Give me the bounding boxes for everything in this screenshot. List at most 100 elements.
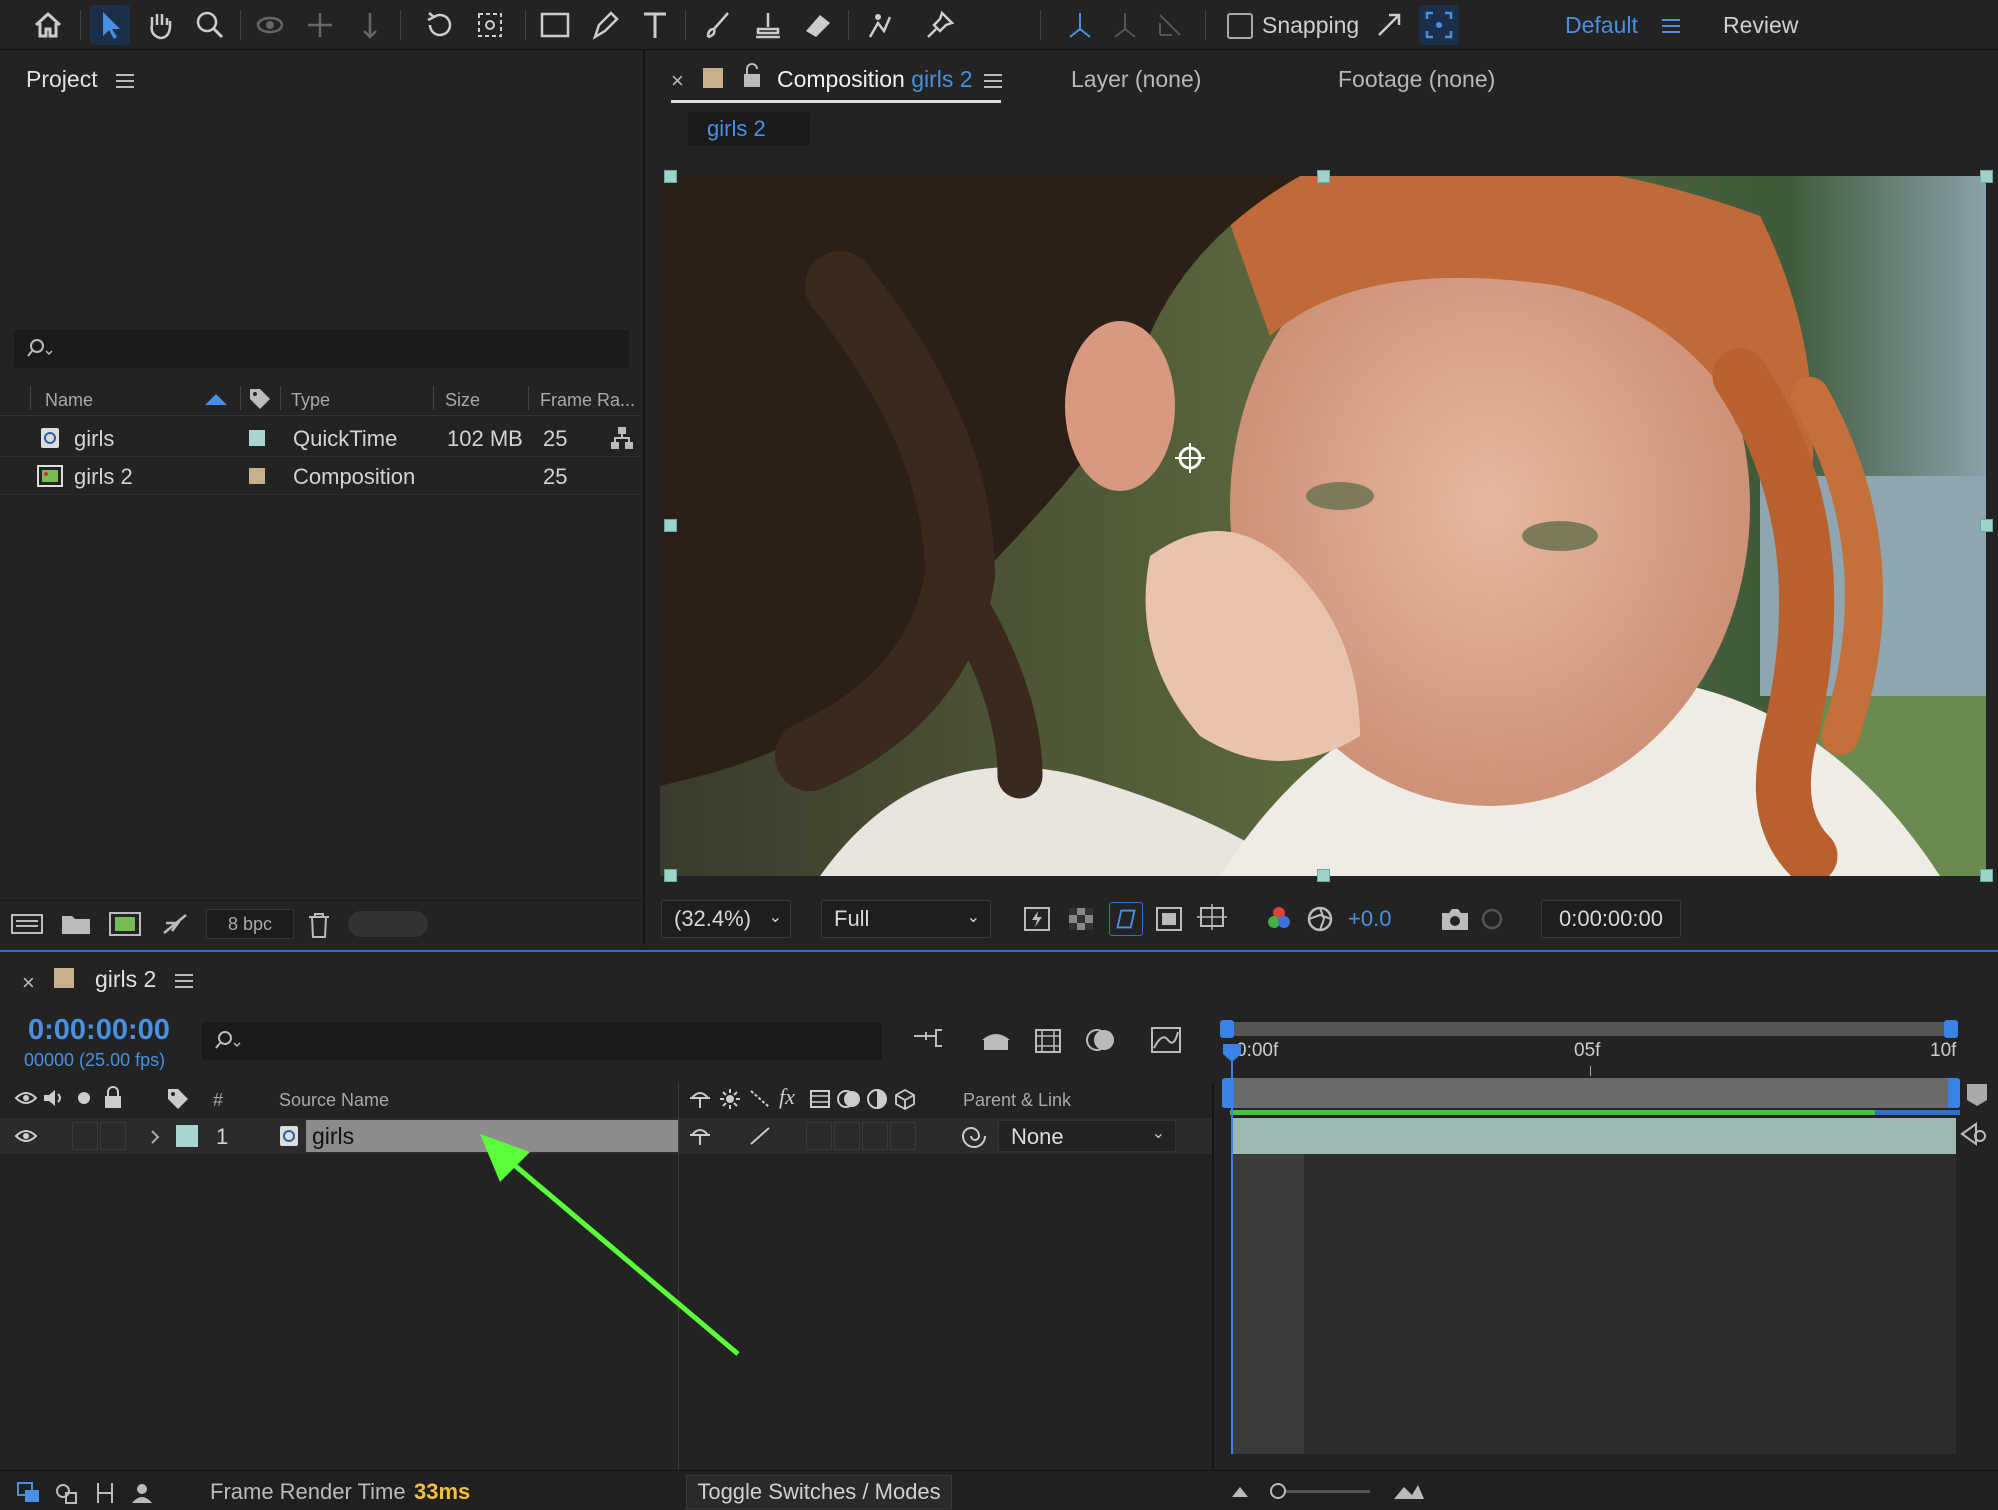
column-frame-rate[interactable]: Frame Ra... bbox=[540, 390, 635, 411]
snap-feature-icon[interactable] bbox=[1419, 5, 1459, 45]
column-source-name[interactable]: Source Name bbox=[279, 1090, 389, 1111]
label-tag-icon[interactable] bbox=[247, 386, 273, 412]
transparency-grid-icon[interactable] bbox=[1067, 906, 1095, 932]
project-item-row[interactable]: girls QuickTime 102 MB 25 bbox=[0, 419, 640, 457]
workspace-menu-icon[interactable] bbox=[1662, 19, 1680, 33]
switch-cell[interactable] bbox=[806, 1122, 832, 1150]
draft-3d-icon[interactable] bbox=[978, 1024, 1014, 1056]
comp-marker-bin-icon[interactable] bbox=[1965, 1082, 1989, 1108]
shy-icon[interactable] bbox=[688, 1088, 712, 1110]
puppet-pin-icon[interactable] bbox=[920, 5, 960, 45]
close-timeline-icon[interactable]: × bbox=[22, 970, 35, 996]
current-time-display[interactable]: 0:00:00:00 bbox=[1541, 900, 1681, 938]
pick-whip-icon[interactable] bbox=[962, 1124, 988, 1148]
zoom-slider-thumb[interactable] bbox=[1270, 1483, 1286, 1499]
layer-end-arrow-icon[interactable] bbox=[1960, 1118, 1990, 1150]
show-snapshot-icon[interactable] bbox=[1477, 904, 1507, 934]
project-search-input[interactable] bbox=[14, 330, 629, 368]
lock-icon[interactable] bbox=[102, 1086, 124, 1110]
effects-fx-icon[interactable]: fx bbox=[779, 1084, 795, 1110]
switch-cell[interactable] bbox=[862, 1122, 888, 1150]
workspace-review[interactable]: Review bbox=[1723, 12, 1798, 39]
work-area-bar[interactable] bbox=[1220, 1018, 1958, 1038]
pan-camera-icon[interactable] bbox=[300, 5, 340, 45]
solo-switch[interactable] bbox=[72, 1122, 98, 1150]
pen-tool-icon[interactable] bbox=[585, 5, 625, 45]
transform-handle[interactable] bbox=[1980, 170, 1993, 183]
zoom-tool-icon[interactable] bbox=[190, 5, 230, 45]
project-panel-title[interactable]: Project bbox=[26, 66, 98, 93]
composition-tab-label[interactable]: Composition girls 2 bbox=[777, 66, 973, 93]
dolly-camera-icon[interactable] bbox=[350, 5, 390, 45]
reset-exposure-icon[interactable] bbox=[1305, 904, 1335, 934]
rectangle-tool-icon[interactable] bbox=[535, 5, 575, 45]
comp-breadcrumb[interactable]: girls 2 bbox=[688, 112, 810, 146]
resolution-dropdown[interactable]: Full ⌄ bbox=[821, 900, 991, 938]
solo-icon[interactable] bbox=[76, 1090, 92, 1106]
composition-menu-icon[interactable] bbox=[984, 74, 1002, 88]
snapping-checkbox[interactable] bbox=[1227, 13, 1253, 39]
audio-icon[interactable] bbox=[42, 1088, 66, 1108]
transform-handle[interactable] bbox=[1980, 519, 1993, 532]
column-size[interactable]: Size bbox=[445, 390, 480, 411]
zoom-out-icon[interactable] bbox=[1230, 1483, 1250, 1499]
layer-label-swatch[interactable] bbox=[176, 1125, 198, 1147]
grid-guides-icon[interactable] bbox=[1197, 904, 1229, 934]
transform-handle[interactable] bbox=[1317, 170, 1330, 183]
graph-editor-icon[interactable] bbox=[1148, 1024, 1184, 1056]
color-channels-icon[interactable] bbox=[1264, 904, 1294, 934]
3d-layer-icon[interactable] bbox=[894, 1088, 916, 1110]
frame-blending-icon[interactable] bbox=[1032, 1024, 1064, 1056]
thumbnail-slider[interactable] bbox=[348, 911, 428, 937]
workspace-default[interactable]: Default bbox=[1565, 12, 1638, 39]
clone-stamp-icon[interactable] bbox=[748, 5, 788, 45]
zoom-in-icon[interactable] bbox=[1392, 1481, 1426, 1501]
work-area-start-handle[interactable] bbox=[1220, 1020, 1234, 1038]
timeline-label-swatch[interactable] bbox=[54, 968, 74, 988]
project-menu-icon[interactable] bbox=[116, 74, 134, 88]
transform-handle[interactable] bbox=[1317, 869, 1330, 882]
label-tag-icon[interactable] bbox=[165, 1086, 191, 1112]
render-time-toggle-icon[interactable] bbox=[128, 1481, 156, 1505]
composition-viewer-image[interactable] bbox=[660, 176, 1986, 876]
new-composition-icon[interactable] bbox=[108, 911, 142, 937]
lock-icon[interactable] bbox=[741, 63, 763, 89]
trash-icon[interactable] bbox=[306, 911, 332, 939]
switch-cell[interactable] bbox=[890, 1122, 916, 1150]
quality-icon[interactable] bbox=[748, 1088, 772, 1110]
lock-switch[interactable] bbox=[100, 1122, 126, 1150]
roto-brush-icon[interactable] bbox=[860, 5, 900, 45]
new-folder-icon[interactable] bbox=[60, 911, 92, 937]
transfer-controls-toggle-icon[interactable] bbox=[54, 1481, 80, 1505]
timeline-menu-icon[interactable] bbox=[175, 974, 193, 988]
current-time-indicator[interactable] bbox=[1231, 1052, 1233, 1454]
label-swatch[interactable] bbox=[249, 468, 265, 484]
frame-blend-switch-icon[interactable] bbox=[808, 1088, 832, 1110]
interpret-footage-icon[interactable] bbox=[10, 911, 44, 937]
expand-chevron-icon[interactable] bbox=[148, 1128, 162, 1146]
transform-handle[interactable] bbox=[1980, 869, 1993, 882]
brush-tool-icon[interactable] bbox=[698, 5, 738, 45]
pan-behind-icon[interactable] bbox=[470, 5, 510, 45]
orbit-camera-icon[interactable] bbox=[250, 5, 290, 45]
hand-tool-icon[interactable] bbox=[140, 5, 180, 45]
home-icon[interactable] bbox=[28, 5, 68, 45]
adjustment-layer-icon[interactable] bbox=[866, 1088, 888, 1110]
transform-handle[interactable] bbox=[664, 869, 677, 882]
switch-cell[interactable] bbox=[834, 1122, 860, 1150]
footage-tab[interactable]: Footage (none) bbox=[1338, 66, 1495, 93]
collapse-icon[interactable] bbox=[718, 1088, 742, 1110]
motion-blur-switch-icon[interactable] bbox=[836, 1088, 862, 1110]
column-number[interactable]: # bbox=[213, 1090, 223, 1111]
work-area-end-handle[interactable] bbox=[1944, 1020, 1958, 1038]
snapshot-camera-icon[interactable] bbox=[1439, 904, 1471, 934]
toggle-switches-modes-button[interactable]: Toggle Switches / Modes bbox=[686, 1475, 952, 1509]
axis-local-icon[interactable] bbox=[1060, 5, 1100, 45]
timeline-zoom-slider[interactable] bbox=[1270, 1483, 1370, 1499]
timeline-search-input[interactable] bbox=[202, 1022, 882, 1060]
comp-label-swatch[interactable] bbox=[703, 68, 723, 88]
close-tab-icon[interactable]: × bbox=[671, 68, 684, 94]
motion-blur-icon[interactable] bbox=[1084, 1024, 1118, 1056]
timeline-tab-name[interactable]: girls 2 bbox=[95, 966, 156, 993]
region-of-interest-icon[interactable] bbox=[1155, 906, 1183, 932]
